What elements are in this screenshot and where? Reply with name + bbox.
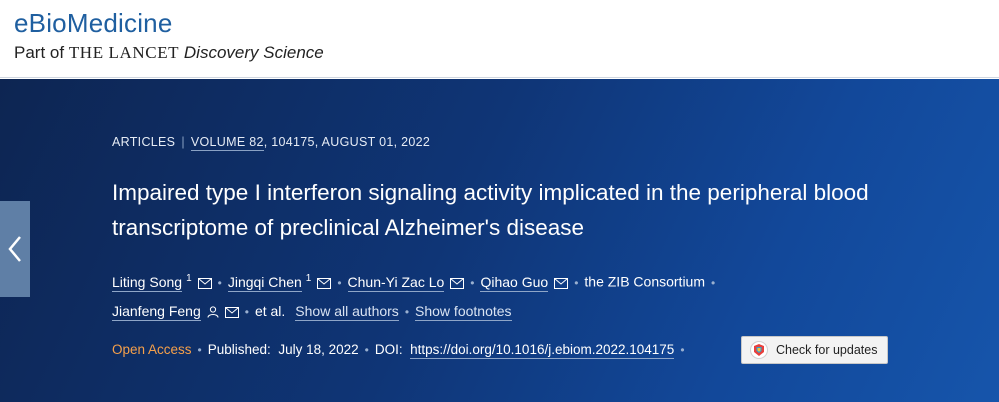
consortium-name: the ZIB Consortium: [584, 273, 706, 290]
show-footnotes-link[interactable]: Show footnotes: [415, 302, 512, 321]
bullet-separator: •: [470, 275, 475, 290]
site-header: eBioMedicine Part of THE LANCET Discover…: [0, 0, 999, 78]
lancet-wordmark: THE LANCET: [68, 43, 180, 62]
check-for-updates-button[interactable]: Check for updates: [741, 336, 888, 364]
publication-info: Open Access • Published: July 18, 2022 • DOI…: [112, 342, 691, 359]
volume-link[interactable]: VOLUME 82: [190, 135, 264, 151]
bullet-separator: •: [197, 343, 202, 357]
email-icon[interactable]: [224, 306, 239, 318]
article-meta: ARTICLES | VOLUME 82, 104175, AUGUST 01, 2…: [112, 135, 431, 151]
meta-separator: |: [181, 135, 185, 149]
crossmark-icon: [750, 341, 768, 359]
author-link[interactable]: Jianfeng Feng: [112, 302, 201, 321]
bullet-separator: •: [680, 343, 685, 357]
bullet-separator: •: [244, 304, 249, 319]
email-icon[interactable]: [450, 277, 465, 289]
author-link[interactable]: Qihao Guo: [480, 273, 549, 292]
published-date: July 18, 2022: [278, 342, 359, 357]
et-al-label: et al.: [254, 302, 286, 319]
person-icon[interactable]: [207, 306, 219, 318]
author-link[interactable]: Liting Song: [112, 273, 183, 292]
issue-info: , 104175, AUGUST 01, 2022: [263, 135, 431, 149]
bullet-separator: •: [711, 275, 716, 290]
bullet-separator: •: [337, 275, 342, 290]
author-footnote-marker[interactable]: 1: [306, 273, 312, 284]
discovery-science-label: Discovery Science: [183, 43, 324, 62]
author-link[interactable]: Chun-Yi Zac Lo: [347, 273, 445, 292]
show-all-authors-link[interactable]: Show all authors: [295, 302, 399, 321]
article-type: ARTICLES: [112, 135, 176, 149]
author-row: Liting Song 1 • Jingqi Chen 1 • Chun-Yi Zac Lo…: [112, 265, 872, 297]
doi-label: DOI:: [374, 342, 403, 357]
article-title: Impaired type I interferon signaling act…: [112, 180, 869, 240]
doi-link[interactable]: https://doi.org/10.1016/j.ebiom.2022.104…: [410, 342, 675, 359]
email-icon[interactable]: [197, 277, 212, 289]
author-list: Liting Song 1 • Jingqi Chen 1 • Chun-Yi Zac Lo…: [112, 265, 872, 326]
chevron-left-icon: [8, 236, 21, 262]
previous-article-button[interactable]: [0, 201, 30, 297]
journal-affiliation[interactable]: Part of THE LANCET Discovery Science: [14, 43, 324, 63]
bullet-separator: •: [364, 343, 369, 357]
author-row: Jianfeng Feng • et al. Show all authors • Sho…: [112, 297, 872, 326]
journal-logo[interactable]: eBioMedicine: [14, 8, 173, 39]
check-for-updates-label: Check for updates: [776, 343, 878, 357]
bullet-separator: •: [574, 275, 579, 290]
bullet-separator: •: [404, 304, 410, 319]
email-icon[interactable]: [317, 277, 332, 289]
email-icon[interactable]: [554, 277, 569, 289]
part-of-label: Part of: [14, 43, 65, 62]
author-footnote-marker[interactable]: 1: [186, 273, 192, 284]
bullet-separator: •: [217, 275, 222, 290]
published-label: Published:: [207, 342, 271, 357]
author-link[interactable]: Jingqi Chen: [227, 273, 302, 292]
open-access-label[interactable]: Open Access: [112, 342, 192, 357]
